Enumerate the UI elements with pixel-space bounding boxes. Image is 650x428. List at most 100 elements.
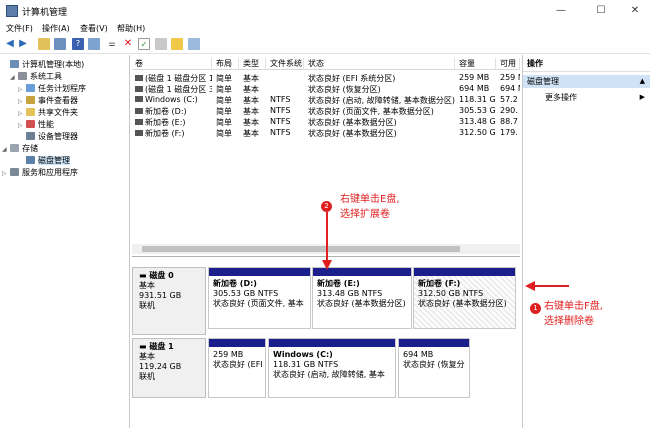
- view-icon[interactable]: [88, 38, 100, 50]
- maximize-button[interactable]: ☐: [590, 2, 612, 20]
- tree-item-services[interactable]: ▷ 服务和应用程序: [2, 167, 78, 178]
- scrollbar-thumb[interactable]: [142, 246, 460, 252]
- volume-layout-text: 简单: [216, 118, 232, 127]
- tree-item-task-scheduler[interactable]: ▷ 任务计划程序: [18, 83, 86, 94]
- menu-bar: 文件(F) 操作(A) 查看(V) 帮助(H): [0, 22, 650, 36]
- col-status[interactable]: 状态: [305, 58, 455, 70]
- col-capacity[interactable]: 容量: [456, 58, 496, 70]
- partition-size: 305.53 GB NTFS: [213, 289, 279, 298]
- partition-size: 313.48 GB NTFS: [317, 289, 383, 298]
- search-folder-icon[interactable]: [171, 38, 183, 50]
- volume-cell-type: 基本: [240, 106, 266, 117]
- disk-1-name: 磁盘 1: [149, 342, 174, 351]
- menu-help[interactable]: 帮助(H): [117, 23, 145, 34]
- menu-file[interactable]: 文件(F): [6, 23, 33, 34]
- volume-name-text: 新加卷 (E:): [145, 118, 186, 127]
- volume-type-text: 基本: [243, 129, 259, 138]
- partition-status: 状态良好 (恢复分: [403, 360, 465, 369]
- partition-size: 312.50 GB NTFS: [418, 289, 484, 298]
- volume-cap-text: 694 MB: [459, 84, 490, 93]
- volume-cell-name: (磁盘 1 磁盘分区 3): [132, 84, 212, 95]
- partition-recovery[interactable]: 694 MB 状态良好 (恢复分: [398, 338, 470, 398]
- delete-icon[interactable]: ✕: [122, 38, 134, 50]
- checklist-icon[interactable]: ✓: [138, 38, 150, 50]
- tree-item-root[interactable]: 计算机管理(本地): [2, 59, 84, 70]
- volume-status-text: 状态良好 (EFI 系统分区): [308, 74, 396, 83]
- disk-icon[interactable]: [188, 38, 200, 50]
- partition-status: 状态良好 (启动, 故障转储, 基本: [273, 370, 385, 379]
- minimize-button[interactable]: —: [550, 2, 572, 20]
- volume-row[interactable]: 新加卷 (E:) 简单 基本 NTFS 状态良好 (基本数据分区) 313.48 GB 88…: [132, 117, 520, 128]
- volume-type-text: 基本: [243, 118, 259, 127]
- show-hide-tree-icon[interactable]: [54, 38, 66, 50]
- volume-status-text: 状态良好 (基本数据分区): [308, 118, 397, 127]
- tree-item-system-tools[interactable]: ◢ 系统工具: [10, 71, 62, 82]
- disk-1-label[interactable]: ▬ 磁盘 1 基本 119.24 GB 联机: [132, 338, 206, 398]
- volume-cap-text: 312.50 GB: [459, 128, 496, 137]
- tree-item-performance[interactable]: ▷ 性能: [18, 119, 54, 130]
- tree-item-disk-management[interactable]: 磁盘管理: [18, 155, 70, 166]
- step-2-line-1: 右键单击E盘,: [340, 194, 400, 205]
- volume-cell-free: 88.7: [497, 117, 520, 128]
- volume-name-text: Windows (C:): [145, 95, 198, 104]
- volume-cap-text: 305.53 GB: [459, 106, 496, 115]
- col-volume[interactable]: 卷: [132, 58, 212, 70]
- partition-f[interactable]: 新加卷 (F:) 312.50 GB NTFS 状态良好 (基本数据分区): [413, 267, 516, 329]
- tree-item-storage[interactable]: ◢ 存储: [2, 143, 38, 154]
- volume-row[interactable]: Windows (C:) 简单 基本 NTFS 状态良好 (启动, 故障转储, 基本数据…: [132, 95, 520, 106]
- back-arrow-icon[interactable]: ◀: [4, 38, 16, 50]
- disk-1-state: 联机: [139, 372, 155, 381]
- tree-item-event-viewer[interactable]: ▷ 事件查看器: [18, 95, 78, 106]
- step-2-badge: 2: [321, 201, 332, 212]
- col-type[interactable]: 类型: [240, 58, 266, 70]
- partition-size: 259 MB: [213, 350, 244, 359]
- disk-0-label[interactable]: ▬ 磁盘 0 基本 931.51 GB 联机: [132, 267, 206, 335]
- col-layout[interactable]: 布局: [213, 58, 239, 70]
- chevron-right-icon: ▶: [639, 93, 645, 101]
- partition-name: Windows (C:): [273, 350, 333, 359]
- partition-c[interactable]: Windows (C:) 118.31 GB NTFS 状态良好 (启动, 故障…: [268, 338, 396, 398]
- properties-icon[interactable]: [155, 38, 167, 50]
- volume-cell-cap: 259 MB: [456, 73, 496, 84]
- volume-row[interactable]: (磁盘 1 磁盘分区 1) 简单 基本 状态良好 (EFI 系统分区) 259 MB 25…: [132, 73, 520, 84]
- partition-name: 新加卷 (F:): [418, 279, 461, 288]
- close-button[interactable]: ✕: [624, 2, 646, 20]
- partition-status: 状态良好 (页面文件, 基本: [213, 299, 304, 308]
- tree-item-shared-folders[interactable]: ▷ 共享文件夹: [18, 107, 78, 118]
- collapse-icon: ▲: [639, 77, 645, 85]
- forward-arrow-icon[interactable]: ▶: [17, 38, 29, 50]
- action-more[interactable]: 更多操作 ▶: [523, 91, 650, 104]
- volume-row[interactable]: 新加卷 (F:) 简单 基本 NTFS 状态良好 (基本数据分区) 312.50 GB 17…: [132, 128, 520, 139]
- volume-row[interactable]: 新加卷 (D:) 简单 基本 NTFS 状态良好 (页面文件, 基本数据分区) 305.5…: [132, 106, 520, 117]
- volume-cell-fs: [267, 84, 304, 95]
- disk-icon: ▬: [139, 271, 150, 280]
- partition-d[interactable]: 新加卷 (D:) 305.53 GB NTFS 状态良好 (页面文件, 基本: [208, 267, 311, 329]
- volume-cap-text: 259 MB: [459, 73, 490, 82]
- volume-cell-status: 状态良好 (页面文件, 基本数据分区): [305, 106, 455, 117]
- volume-name-text: (磁盘 1 磁盘分区 3): [145, 85, 212, 94]
- menu-action[interactable]: 操作(A): [42, 23, 70, 34]
- volume-row[interactable]: (磁盘 1 磁盘分区 3) 简单 基本 状态良好 (恢复分区) 694 MB 694 MB: [132, 84, 520, 95]
- volume-cell-status: 状态良好 (启动, 故障转储, 基本数据分区): [305, 95, 455, 106]
- action-disk-management[interactable]: 磁盘管理 ▲: [523, 75, 650, 88]
- menu-view[interactable]: 查看(V): [80, 23, 108, 34]
- volume-fs-text: NTFS: [270, 128, 291, 137]
- volume-cap-text: 118.31 GB: [459, 95, 496, 104]
- connect-icon[interactable]: ⚌: [106, 38, 118, 50]
- partition-e[interactable]: 新加卷 (E:) 313.48 GB NTFS 状态良好 (基本数据分区): [312, 267, 412, 329]
- up-folder-icon[interactable]: [38, 38, 50, 50]
- help-icon[interactable]: ?: [72, 38, 84, 50]
- volume-cell-free: 259 MB: [497, 73, 520, 84]
- volume-name-text: (磁盘 1 磁盘分区 1): [145, 74, 212, 83]
- tree-item-device-manager[interactable]: 设备管理器: [18, 131, 78, 142]
- partition-efi[interactable]: 259 MB 状态良好 (EFI ): [208, 338, 266, 398]
- navigation-tree: 计算机管理(本地) ◢ 系统工具 ▷ 任务计划程序 ▷ 事件查看器 ▷ 共享文件夹 ▷ 性…: [0, 55, 130, 428]
- col-free[interactable]: 可用: [497, 58, 520, 70]
- volume-cell-type: 基本: [240, 73, 266, 84]
- col-filesystem[interactable]: 文件系统: [267, 58, 304, 70]
- volume-icon: [135, 108, 143, 114]
- volume-cell-free: 179.: [497, 128, 520, 139]
- volume-free-text: 57.2: [500, 95, 518, 104]
- disk-0-size: 931.51 GB: [139, 291, 182, 300]
- volume-cell-status: 状态良好 (EFI 系统分区): [305, 73, 455, 84]
